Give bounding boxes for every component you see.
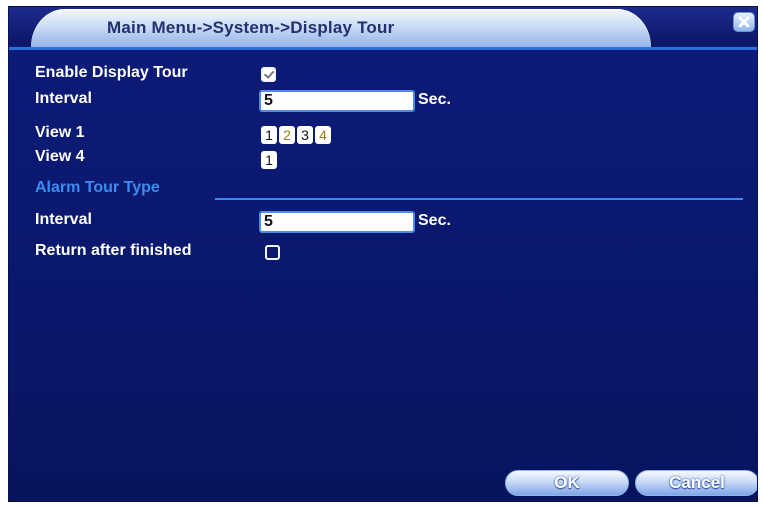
view1-channel-button[interactable]: 1: [261, 126, 277, 144]
section-divider: [215, 198, 743, 200]
cancel-button[interactable]: Cancel: [635, 470, 757, 496]
window-title: Main Menu->System->Display Tour: [107, 18, 395, 37]
interval-unit: Sec.: [418, 91, 451, 108]
display-tour-window: Main Menu->System->Display Tour Enable D…: [8, 6, 758, 502]
alarm-tour-type-section-label: Alarm Tour Type: [35, 179, 160, 196]
title-tab: Main Menu->System->Display Tour: [31, 9, 651, 49]
view1-channel-button[interactable]: 2: [279, 126, 295, 144]
view1-channel-button[interactable]: 4: [315, 126, 331, 144]
alarm-interval-unit: Sec.: [418, 212, 451, 229]
enable-display-tour-label: Enable Display Tour: [35, 64, 188, 81]
interval-input[interactable]: 5: [259, 90, 415, 112]
enable-display-tour-checkbox[interactable]: [261, 67, 276, 82]
close-button[interactable]: [733, 12, 755, 32]
view4-channel-button[interactable]: 1: [261, 151, 277, 169]
view4-label: View 4: [35, 148, 85, 165]
view1-channel-button[interactable]: 3: [297, 126, 313, 144]
view1-label: View 1: [35, 124, 85, 141]
interval-label: Interval: [35, 90, 92, 107]
ok-button[interactable]: OK: [505, 470, 629, 496]
return-after-finished-label: Return after finished: [35, 242, 192, 259]
alarm-interval-input[interactable]: 5: [259, 211, 415, 233]
alarm-interval-label: Interval: [35, 211, 92, 228]
settings-panel: Enable Display Tour Interval 5 Sec. View…: [9, 50, 757, 501]
close-icon: [738, 16, 750, 28]
title-bar: Main Menu->System->Display Tour: [9, 7, 757, 49]
return-after-finished-checkbox[interactable]: [265, 245, 280, 260]
